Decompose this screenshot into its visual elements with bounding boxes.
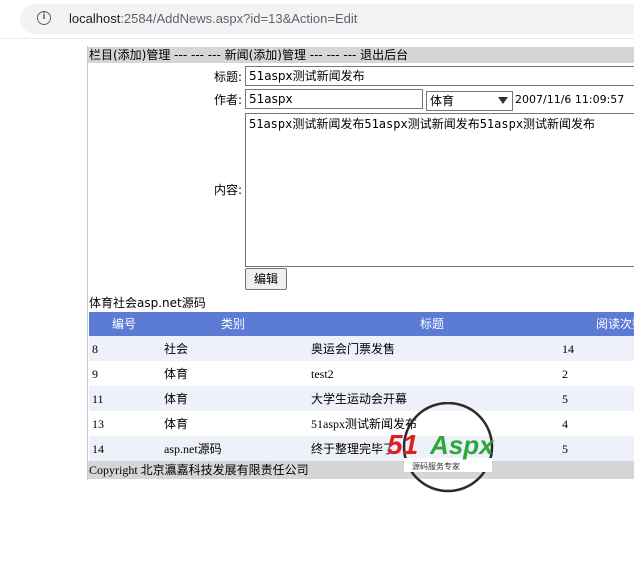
row-title-link[interactable]: 终于整理完毕了 xyxy=(311,441,395,457)
category-selected-value: 体育 xyxy=(430,94,455,108)
row-id: 9 xyxy=(92,367,98,381)
row-category: 体育 xyxy=(164,367,189,381)
chevron-down-icon xyxy=(498,97,508,104)
admin-nav-bar[interactable]: 栏目(添加)管理 --- --- --- 新闻(添加)管理 --- --- --… xyxy=(88,47,634,63)
url-text[interactable]: localhost:2584/AddNews.aspx?id=13&Action… xyxy=(69,11,357,27)
row-reads: 4 xyxy=(562,417,568,431)
author-label: 作者: xyxy=(213,93,242,107)
watermark-brand-51: 51 xyxy=(387,429,418,460)
title-label: 标题: xyxy=(213,70,242,84)
edit-button[interactable]: 编辑 xyxy=(245,268,287,290)
row-category: 社会 xyxy=(164,342,189,356)
column-header-title: 标题 xyxy=(420,317,445,331)
column-header-id: 编号 xyxy=(112,317,137,331)
category-select[interactable]: 体育 xyxy=(426,91,513,111)
url-host: localhost xyxy=(69,11,121,26)
column-header-reads: 阅读次数 xyxy=(596,317,634,331)
row-title-link[interactable]: test2 xyxy=(311,366,334,382)
watermark-logo: 51 Aspx 源码服务专家 xyxy=(387,402,495,493)
content-textarea[interactable]: 51aspx测试新闻发布51aspx测试新闻发布51aspx测试新闻发布 xyxy=(245,113,634,267)
row-id: 8 xyxy=(92,342,98,356)
browser-address-bar: i localhost:2584/AddNews.aspx?id=13&Acti… xyxy=(0,0,634,39)
row-category: 体育 xyxy=(164,392,189,406)
watermark-brand-aspx: Aspx xyxy=(429,430,495,460)
watermark-slogan: 源码服务专家 xyxy=(412,461,460,471)
publish-date: 2007/11/6 11:09:57 xyxy=(515,93,625,106)
copyright-footer: Copyright 北京瀛嘉科技发展有限责任公司 xyxy=(88,461,634,479)
page-content: 栏目(添加)管理 --- --- --- 新闻(添加)管理 --- --- --… xyxy=(87,46,634,480)
category-links[interactable]: 体育社会asp.net源码 xyxy=(89,295,206,311)
column-header-category: 类别 xyxy=(221,317,246,331)
table-row: 8 社会 奥运会门票发售 14 xyxy=(89,336,634,361)
row-id: 11 xyxy=(92,392,104,406)
author-input[interactable]: 51aspx xyxy=(245,89,423,109)
row-category: 体育 xyxy=(164,417,189,431)
row-title-link[interactable]: 奥运会门票发售 xyxy=(311,341,395,357)
row-reads: 5 xyxy=(562,392,568,406)
table-row: 9 体育 test2 2 xyxy=(89,361,634,386)
news-table-header: 编号 类别 标题 阅读次数 xyxy=(89,312,634,336)
site-info-icon[interactable]: i xyxy=(37,11,51,25)
title-input[interactable]: 51aspx测试新闻发布 xyxy=(245,66,634,86)
url-path: :2584/AddNews.aspx?id=13&Action=Edit xyxy=(120,11,358,26)
table-row: 11 体育 大学生运动会开幕 5 xyxy=(89,386,634,411)
table-row: 14 asp.net源码 终于整理完毕了 5 xyxy=(89,436,634,461)
row-category: asp.net源码 xyxy=(164,442,222,456)
table-row: 13 体育 51aspx测试新闻发布 4 xyxy=(89,411,634,436)
row-reads: 2 xyxy=(562,367,568,381)
row-id: 13 xyxy=(92,417,104,431)
row-reads: 5 xyxy=(562,442,568,456)
row-id: 14 xyxy=(92,442,104,456)
content-label: 内容: xyxy=(213,183,242,197)
row-reads: 14 xyxy=(562,342,574,356)
